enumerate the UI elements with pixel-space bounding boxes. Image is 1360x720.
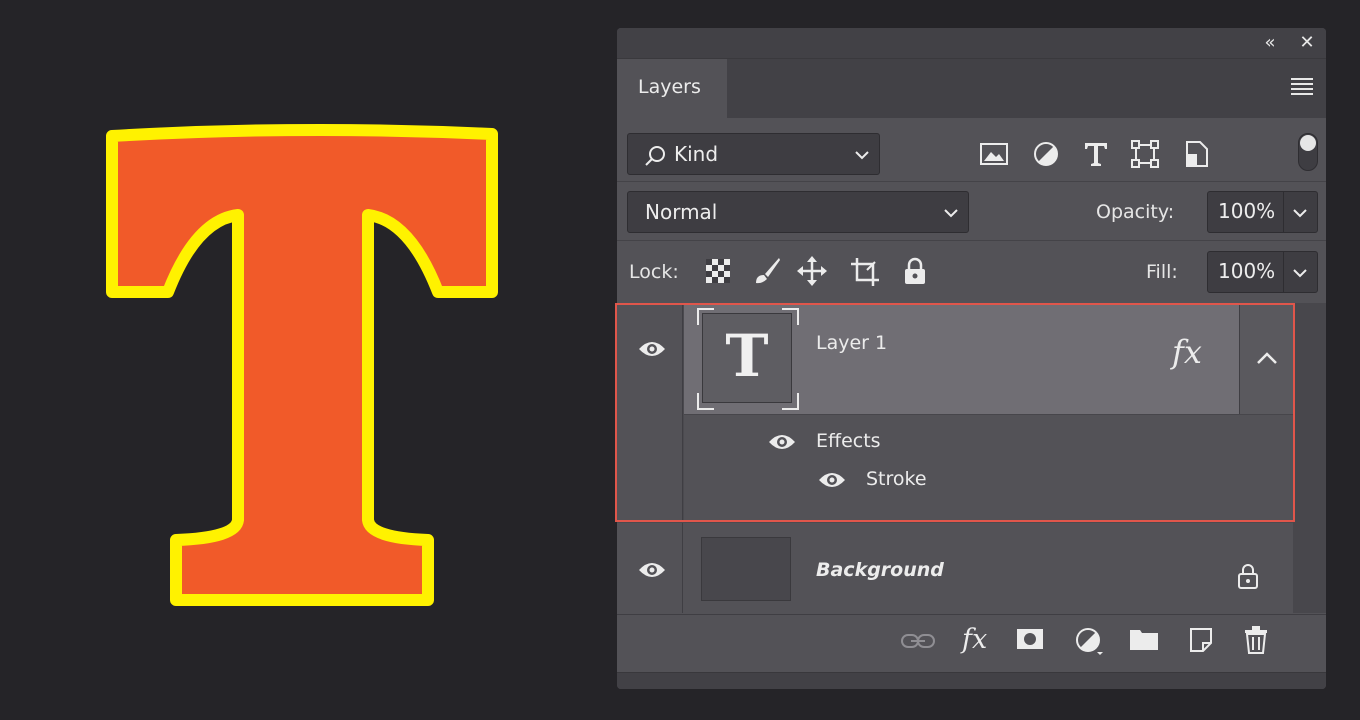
lock-position-icon[interactable] — [797, 256, 827, 286]
adjustment-layer-icon[interactable] — [1075, 627, 1103, 655]
type-layer-glyph: T — [725, 322, 769, 390]
layer-visibility-column — [617, 303, 683, 521]
opacity-dropdown-button[interactable] — [1283, 192, 1317, 232]
chevron-down-icon — [944, 209, 958, 218]
fill-field[interactable]: 100% — [1207, 251, 1318, 293]
lock-artboard-icon[interactable] — [849, 256, 881, 288]
adjustment-filter-icon[interactable] — [1033, 141, 1059, 167]
eye-icon[interactable] — [638, 339, 666, 359]
search-icon — [645, 146, 665, 166]
close-panel-button[interactable]: ✕ — [1296, 32, 1318, 54]
eye-icon[interactable] — [768, 432, 796, 452]
blend-mode-value: Normal — [645, 200, 718, 224]
lock-all-icon[interactable] — [904, 257, 926, 285]
fill-dropdown-button[interactable] — [1283, 252, 1317, 292]
tab-layers[interactable]: Layers — [617, 59, 727, 119]
layer-1-effects: Effects Stroke — [684, 414, 1293, 521]
blend-mode-select[interactable]: Normal — [627, 191, 969, 233]
eye-icon[interactable] — [638, 560, 666, 580]
fx-icon[interactable]: fx — [1172, 333, 1202, 371]
image-filter-icon[interactable] — [980, 143, 1008, 165]
chevron-down-icon — [1293, 209, 1307, 218]
chevron-up-icon — [1257, 352, 1277, 364]
panel-tab-row: Layers — [617, 58, 1326, 119]
kind-filter-label: Kind — [674, 142, 719, 166]
letter-t-shape — [106, 123, 498, 606]
stroke-effect-label[interactable]: Stroke — [866, 468, 927, 490]
layers-list: T Layer 1 fx Effects Stroke Background — [617, 303, 1293, 613]
layer-1-thumbnail[interactable]: T — [697, 308, 799, 410]
chevron-down-icon — [1293, 269, 1307, 278]
type-filter-icon[interactable] — [1083, 141, 1109, 167]
fill-value: 100% — [1218, 259, 1276, 283]
layers-panel: « ✕ Layers Kind Normal Opacity: 100% Loc… — [617, 28, 1326, 689]
opacity-value: 100% — [1218, 199, 1276, 223]
smart-object-filter-icon[interactable] — [1185, 140, 1209, 168]
kind-filter-select[interactable]: Kind — [627, 133, 880, 175]
layer-1-name[interactable]: Layer 1 — [816, 332, 887, 354]
new-layer-icon[interactable] — [1189, 627, 1213, 653]
lock-transparent-pixels-icon[interactable] — [705, 258, 731, 284]
panel-titlebar: « ✕ — [617, 28, 1326, 58]
panel-footer: fx — [617, 614, 1326, 672]
effects-label[interactable]: Effects — [816, 430, 881, 452]
fill-label: Fill: — [1146, 261, 1178, 283]
layer-row-layer-1[interactable]: T Layer 1 fx Effects Stroke — [617, 303, 1293, 521]
layer-1-header[interactable]: T Layer 1 fx — [684, 303, 1239, 414]
layer-row-background[interactable]: Background — [617, 523, 1293, 613]
chevron-down-icon — [855, 151, 869, 160]
background-layer-name[interactable]: Background — [816, 559, 944, 581]
add-layer-style-button[interactable]: fx — [962, 624, 987, 655]
panel-menu-icon[interactable] — [1291, 78, 1313, 96]
filter-row: Kind — [617, 119, 1326, 181]
lock-image-pixels-icon[interactable] — [753, 256, 781, 286]
lock-row: Lock: Fill: 100% — [617, 241, 1326, 303]
canvas-letter-artwork — [106, 123, 498, 606]
opacity-field[interactable]: 100% — [1207, 191, 1318, 233]
new-group-icon[interactable] — [1129, 627, 1159, 651]
link-layers-icon[interactable] — [901, 632, 935, 650]
panel-bottom-strip — [617, 672, 1326, 689]
lock-label: Lock: — [629, 261, 679, 283]
background-thumbnail[interactable] — [701, 537, 791, 601]
layers-scrollbar[interactable] — [1293, 303, 1326, 613]
add-mask-icon[interactable] — [1016, 628, 1044, 650]
blend-row: Normal Opacity: 100% — [617, 182, 1326, 240]
opacity-label: Opacity: — [1096, 201, 1175, 223]
collapse-panel-button[interactable]: « — [1259, 32, 1281, 54]
collapse-effects-button[interactable] — [1239, 303, 1293, 414]
shape-filter-icon[interactable] — [1131, 140, 1159, 168]
filter-toggle[interactable] — [1298, 133, 1318, 171]
eye-icon[interactable] — [818, 470, 846, 490]
layer-visibility-column — [617, 523, 683, 613]
delete-layer-icon[interactable] — [1244, 626, 1268, 654]
lock-icon[interactable] — [1237, 563, 1259, 589]
